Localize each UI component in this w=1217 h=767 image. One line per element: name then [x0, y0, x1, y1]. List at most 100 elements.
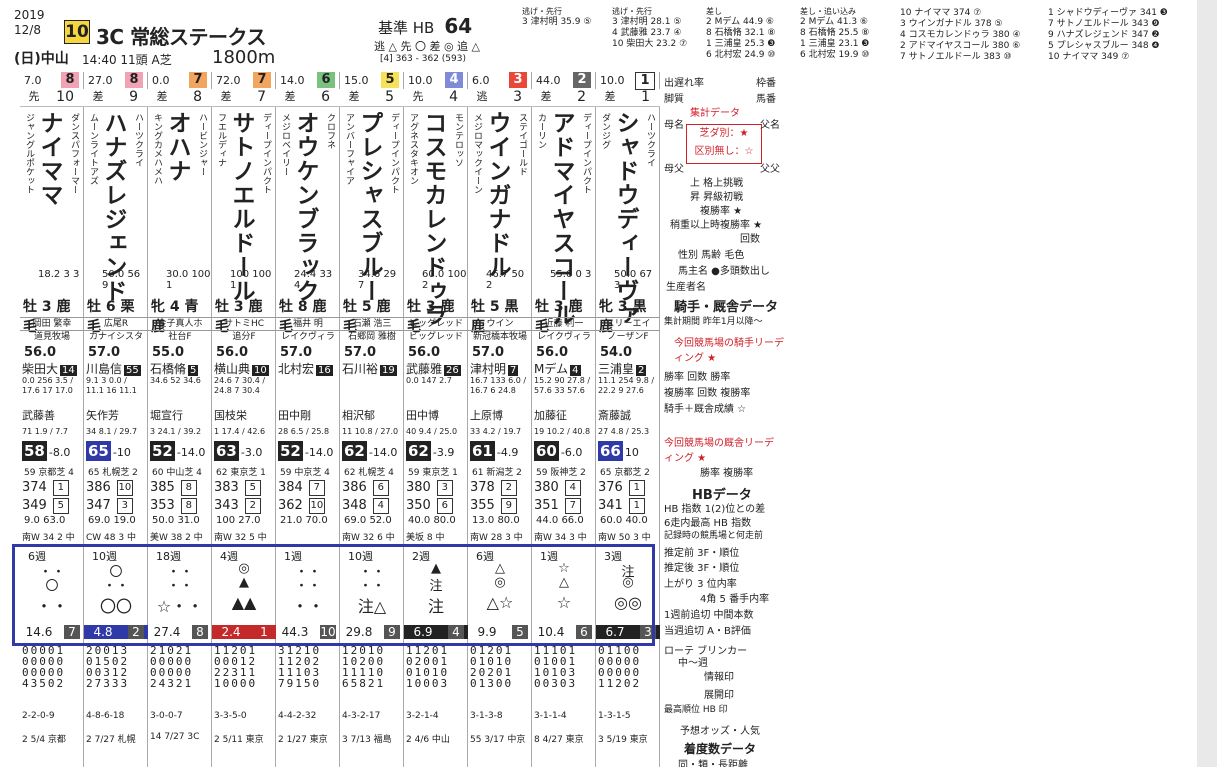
trainer: 田中剛 — [278, 409, 311, 422]
record-summary: 4-8-6-18 — [86, 711, 125, 721]
est-3f: 385 8 353 8 — [150, 479, 197, 515]
legend-text: 中〜週 — [678, 658, 708, 669]
best-index-record: 62 札幌芝 4 — [344, 468, 394, 478]
legend-text: 予想オッズ・人気 — [680, 726, 760, 737]
place-stats: 55.6 0 3 — [550, 269, 592, 280]
last-race: 8 4/27 東京 — [534, 735, 584, 745]
breeder-name: 社台F — [148, 330, 212, 344]
running-style: 逃 — [476, 90, 488, 103]
horse-number: 5 — [385, 89, 394, 105]
owner-name: 広尾R — [84, 317, 148, 331]
horse-number: 6 — [321, 89, 330, 105]
horse-name[interactable]: オハナ — [164, 111, 190, 183]
jockey: 柴田大 14 — [22, 362, 77, 376]
last-race: 2 5/4 京都 — [22, 735, 66, 745]
trainer-stats: 28 6.5 / 25.8 — [278, 427, 330, 436]
sire-name: ハーツクライ — [133, 113, 143, 167]
last-race: 14 7/27 3C — [150, 732, 200, 742]
owner-name: 福井 明 — [276, 317, 340, 331]
best-index-record: 61 新潟芝 2 — [472, 468, 522, 478]
finish-count-row: 65821 — [342, 677, 386, 690]
trainer-stats: 19 10.2 / 40.8 — [534, 427, 591, 436]
best-index-record: 65 京都芝 2 — [600, 468, 650, 478]
trainer-stats: 34 8.1 / 29.7 — [86, 427, 138, 436]
best-index-record: 59 東京芝 1 — [408, 468, 458, 478]
win-odds: 10.0 — [408, 74, 433, 87]
legend-text: 勝率 回数 勝率 — [664, 372, 731, 383]
owner-name: ウイン — [468, 317, 532, 331]
carried-weight: 57.0 — [280, 345, 313, 360]
gate-number: 7 — [189, 72, 207, 88]
record-summary: 3-1-1-4 — [534, 711, 567, 721]
horse-name[interactable]: アドマイヤスコール — [548, 111, 574, 327]
breeder-name: 追分F — [212, 330, 276, 344]
trainer: 相沢郁 — [342, 409, 375, 422]
hb-index: 66 10 — [598, 441, 639, 461]
gate-number: 8 — [61, 72, 79, 88]
win-odds: 6.0 — [472, 74, 490, 87]
jockey: 北村宏 16 — [278, 362, 333, 376]
horse-number-row: 逃3 — [468, 89, 532, 107]
legend-text: 馬主名 ●多頭数出し — [678, 266, 770, 277]
odds-gate-cell: 44.0 2 — [532, 72, 596, 89]
finish-count-row: 10000 — [214, 677, 258, 690]
horse-name[interactable]: シャドウディーヴァ — [612, 111, 638, 327]
horse-name[interactable]: コスモカレンドゥラ — [420, 111, 446, 327]
legend-text: 1週前追切 中間本数 — [664, 610, 754, 621]
finish-count-row: 11202 — [598, 677, 642, 690]
horse-name[interactable]: ナイママ — [36, 111, 62, 207]
legend-text: 出遅れ率 — [664, 78, 704, 89]
running-style: 先 — [412, 90, 424, 103]
section-title: 着度数データ — [684, 742, 757, 756]
legend-text: 馬番 — [756, 94, 776, 105]
best-index-record: 62 東京芝 1 — [216, 468, 266, 478]
owner-name: 石瀬 浩三 — [340, 317, 404, 331]
place-stats: 18.2 3 3 — [38, 269, 80, 280]
record-summary: 3-0-0-7 — [150, 711, 183, 721]
horse-name[interactable]: ウインガナドル — [484, 111, 510, 279]
finish-count-grid: 01201 01010 20201 01300 — [470, 645, 513, 689]
owner-name: 金子真人ホ — [148, 317, 212, 331]
sire-name: ハーツクライ — [645, 113, 655, 167]
hb-index: 62 -14.0 — [342, 441, 398, 461]
legend-text: 父父 — [760, 164, 780, 175]
horse-number: 10 — [56, 89, 74, 105]
legend-text: 複勝率 回数 複勝率 — [664, 388, 751, 399]
leg-count: [4] 363 - 362 (593) — [380, 54, 466, 64]
agari-rate: 40.0 80.0 — [408, 515, 456, 526]
gate-number: 7 — [253, 72, 271, 88]
hb-index: 63 -3.0 — [214, 441, 263, 461]
jockey-stats: 16.7 133 6.0 / 16.7 6 24.8 — [470, 376, 527, 395]
table-front1: 逃げ・先行 3 津村明 35.9 ⑤ — [522, 7, 592, 27]
win-odds: 72.0 — [216, 74, 241, 87]
running-style: 差 — [92, 90, 104, 103]
carried-weight: 56.0 — [536, 345, 569, 360]
agari-rate: 44.0 66.0 — [536, 515, 584, 526]
place-stats: 34.6 29 7 — [358, 269, 397, 291]
running-style: 差 — [604, 90, 616, 103]
odds-gate-cell: 15.0 5 — [340, 72, 404, 89]
carried-weight: 56.0 — [408, 345, 441, 360]
selection-highlight — [12, 544, 655, 646]
trainer: 矢作芳 — [86, 409, 119, 422]
training-note: 南W 50 3 中 — [598, 533, 651, 543]
table-front2: 逃げ・先行 3 津村明 28.1 ⑤4 武藤雅 23.7 ④ 10 柴田大 23.2… — [612, 7, 688, 49]
legend-text: 脚質 — [664, 94, 684, 105]
legend-text: 4角 5 番手内率 — [700, 594, 770, 605]
breeder-name: 新冠橋本牧場 — [468, 330, 532, 344]
trainer: 田中博 — [406, 409, 439, 422]
finish-count-grid: 12010 10200 11110 65821 — [342, 645, 385, 689]
dam-sire: フエルディナ — [216, 113, 226, 167]
training-note: 美W 38 2 中 — [150, 533, 203, 543]
jockey-rank: 2 — [636, 365, 647, 376]
legend-text: HB 指数 1(2)位との差 — [664, 504, 766, 515]
sire-name: モンテロッソ — [453, 113, 463, 167]
horse-number: 8 — [193, 89, 202, 105]
agari-rate: 13.0 80.0 — [472, 515, 520, 526]
hb-index: 65 -10 — [86, 441, 131, 461]
jockey-rank: 4 — [570, 365, 581, 376]
win-odds: 27.0 — [88, 74, 113, 87]
legend-text: 最高順位 HB 印 — [664, 705, 728, 715]
table-last3f: 1 シャドウディーヴァ 341 ❸7 サトノエルドール 343 ❾9 ハナズレジ… — [1048, 8, 1168, 62]
horse-number-row: 差1 — [596, 89, 660, 107]
